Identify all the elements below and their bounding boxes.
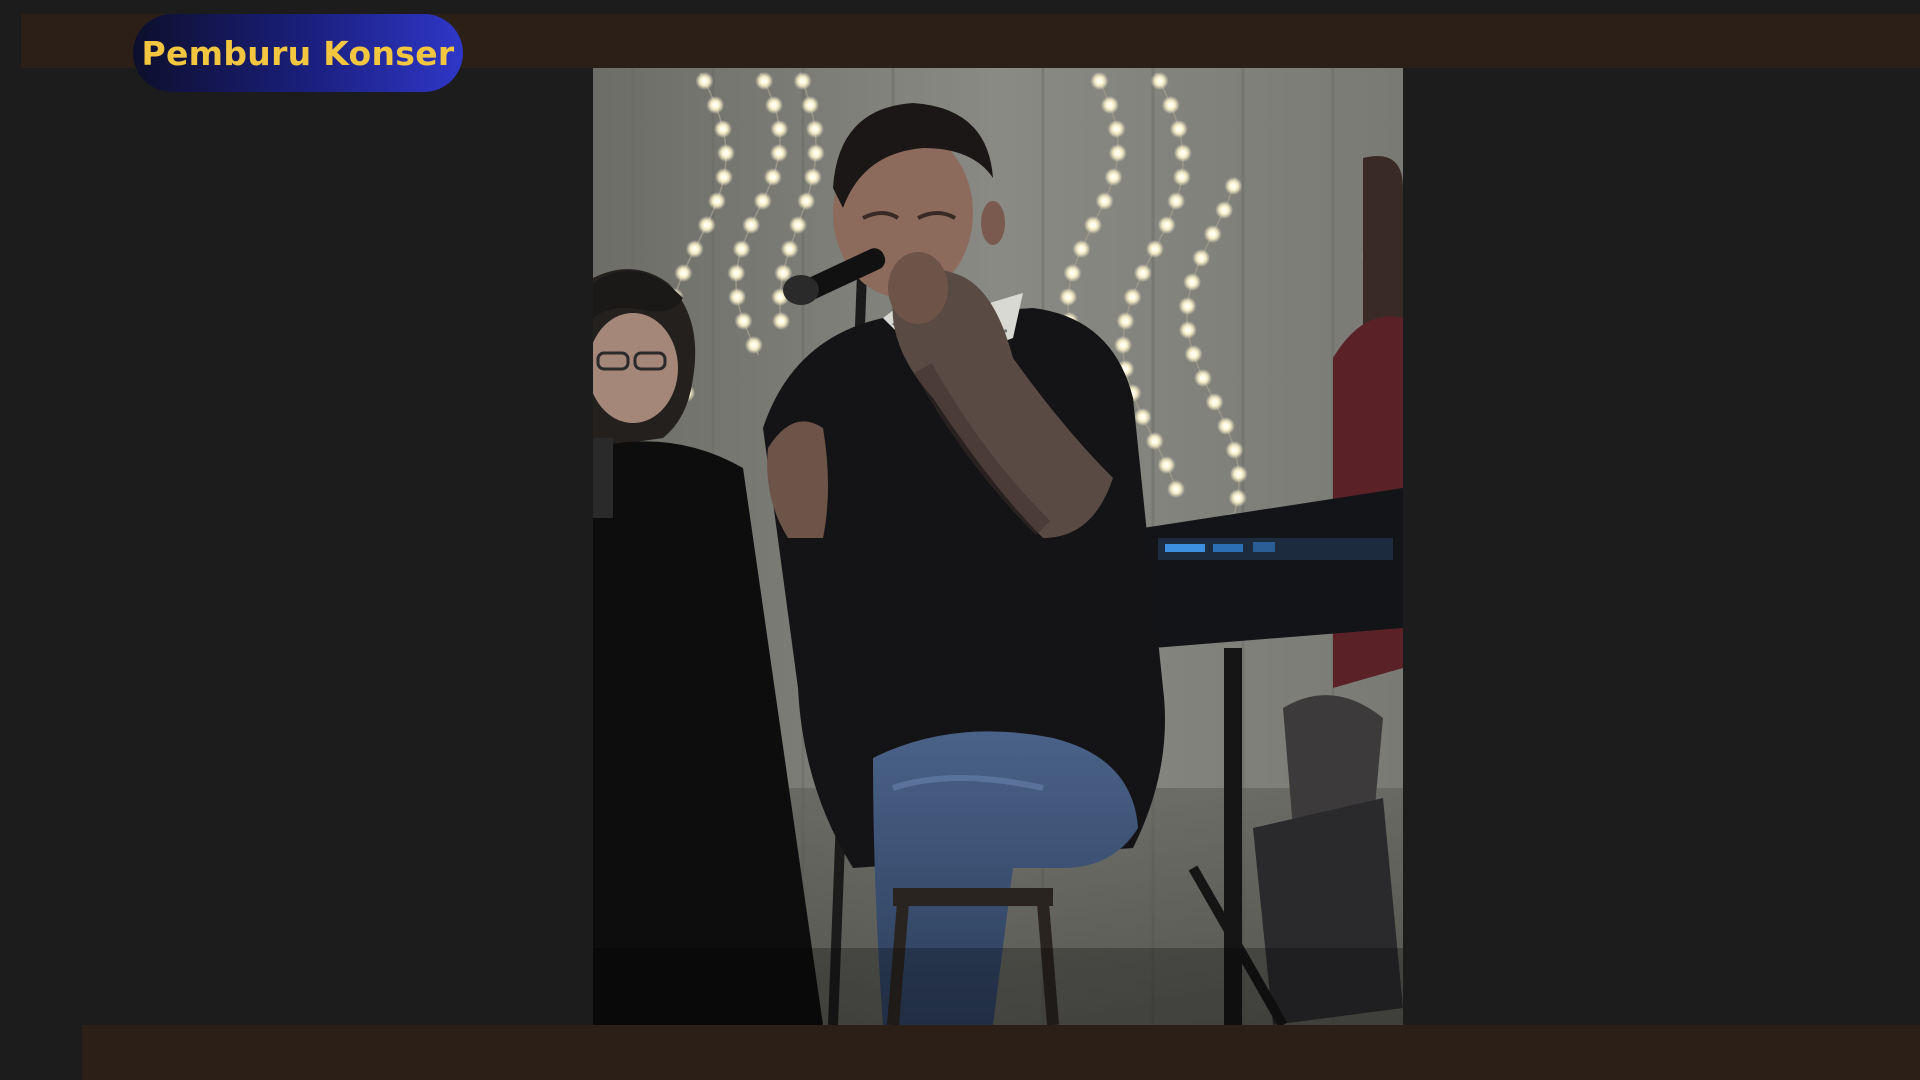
light-bulb-core xyxy=(712,102,719,108)
light-bulb-core xyxy=(1184,303,1191,309)
light-bulb-core xyxy=(1139,414,1146,420)
light-bulb-core xyxy=(1173,198,1180,204)
light-bulb-core xyxy=(777,294,784,300)
light-bulb-core xyxy=(701,78,708,84)
light-bulb-core xyxy=(811,126,818,132)
light-bulb-core xyxy=(1173,486,1179,492)
channel-badge-label: Pemburu Konser xyxy=(141,33,455,73)
light-bulb-core xyxy=(1156,78,1163,84)
light-bulb-core xyxy=(1200,375,1206,381)
light-bulb-core xyxy=(1184,327,1191,333)
channel-badge: Pemburu Konser xyxy=(133,14,463,92)
light-bulb-core xyxy=(1209,231,1216,237)
light-bulb-core xyxy=(1114,150,1121,156)
light-bulb-core xyxy=(1221,207,1228,213)
light-bulb-core xyxy=(1139,270,1146,276)
light-bulb-core xyxy=(740,318,747,324)
light-bulb-core xyxy=(1069,270,1076,276)
light-bulb-core xyxy=(1211,399,1218,405)
light-bulb-core xyxy=(759,198,766,204)
light-bulb-core xyxy=(1113,126,1120,132)
light-bulb-core xyxy=(738,246,745,252)
light-bulb-core xyxy=(1065,294,1072,300)
light-bulb-core xyxy=(750,342,757,348)
light-bulb-core xyxy=(776,150,782,156)
light-bulb-core xyxy=(734,294,741,300)
light-bulb-core xyxy=(786,246,793,252)
light-bulb-core xyxy=(1235,471,1242,477)
light-bulb-core xyxy=(1120,342,1126,348)
light-bulb-core xyxy=(1151,246,1158,252)
light-bulb-core xyxy=(733,270,740,276)
light-bulb-core xyxy=(795,222,801,228)
light-bulb-core xyxy=(1151,438,1158,444)
light-bulb-core xyxy=(799,78,806,84)
bottom-bar xyxy=(82,1025,1920,1080)
light-bulb-core xyxy=(778,318,785,324)
video-frame[interactable] xyxy=(593,68,1403,1025)
light-bulb-core xyxy=(776,126,783,132)
light-bulb-core xyxy=(1234,495,1241,501)
light-bulb-core xyxy=(1163,462,1170,468)
light-bulb-core xyxy=(1190,351,1197,357)
light-bulb-core xyxy=(1179,150,1186,156)
light-bulb-core xyxy=(714,198,720,204)
light-bulb-core xyxy=(1101,198,1108,204)
light-bulb-core xyxy=(1129,294,1136,300)
light-bulb-core xyxy=(1189,279,1196,285)
light-bulb-core xyxy=(1167,102,1174,108)
light-bulb-core xyxy=(748,222,755,228)
light-bulb-core xyxy=(691,246,698,252)
light-bulb-core xyxy=(803,198,810,204)
light-bulb-core xyxy=(703,222,710,228)
light-bulb-core xyxy=(1198,255,1205,261)
concert-scene xyxy=(593,68,1403,1025)
light-bulb-core xyxy=(1078,246,1085,252)
light-bulb-core xyxy=(1122,318,1129,324)
light-bulb-core xyxy=(1106,102,1113,108)
light-bulb-core xyxy=(812,150,819,156)
light-bulb-core xyxy=(680,270,687,276)
light-bulb-core xyxy=(1110,174,1117,180)
light-bulb-core xyxy=(1175,126,1182,132)
video-player-screen: Pemburu Konser xyxy=(0,0,1920,1080)
light-bulb-core xyxy=(1096,78,1103,84)
light-bulb-core xyxy=(1222,423,1229,429)
light-bulb-core xyxy=(809,174,816,180)
light-bulb-core xyxy=(1163,222,1170,228)
light-bulb-core xyxy=(1090,222,1096,228)
light-bulb-core xyxy=(769,174,776,180)
light-bulb-core xyxy=(720,174,727,180)
light-bulb-core xyxy=(780,270,787,276)
light-bulb-core xyxy=(719,126,726,132)
light-bulb-core xyxy=(807,102,814,108)
light-bulb-core xyxy=(1178,174,1185,180)
light-bulb-core xyxy=(771,102,777,108)
light-bulb-core xyxy=(761,78,768,84)
light-bulb-core xyxy=(723,150,729,156)
light-bulb-core xyxy=(1230,183,1237,189)
light-bulb-core xyxy=(1231,447,1238,453)
